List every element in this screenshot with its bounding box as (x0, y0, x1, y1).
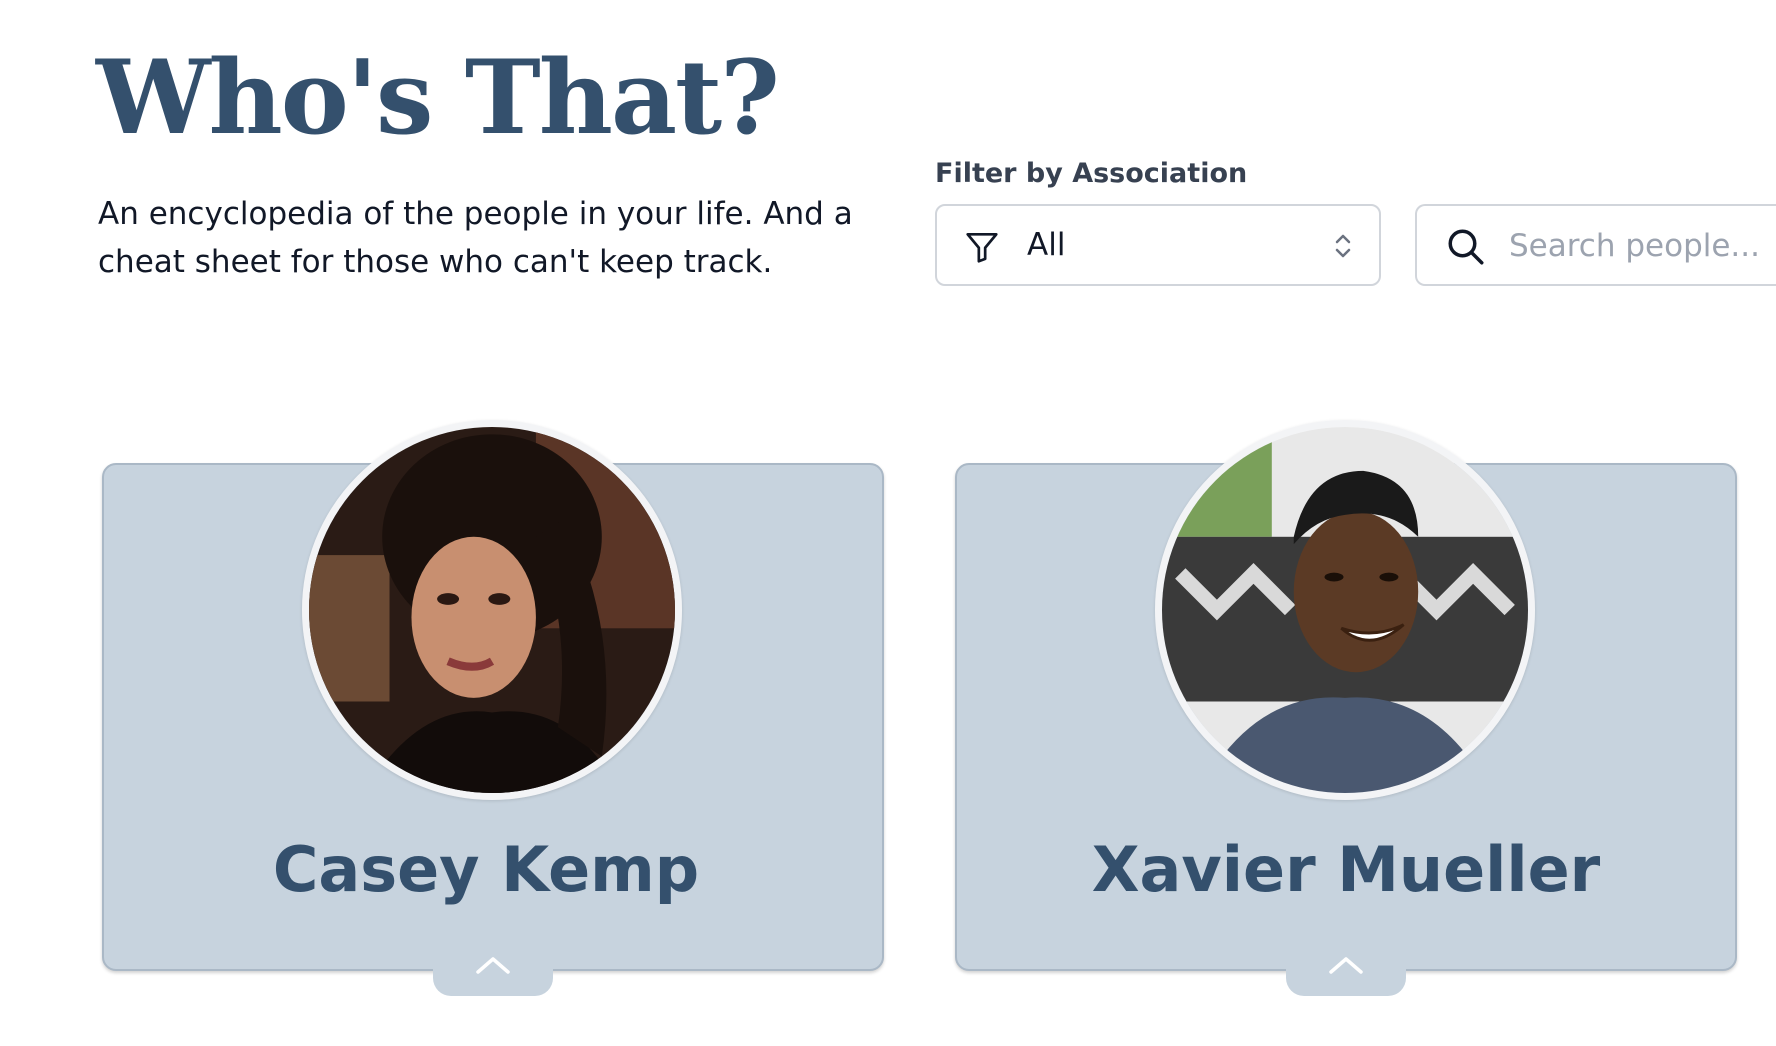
search-box (1415, 204, 1776, 286)
expand-card-button[interactable] (433, 957, 553, 996)
select-updown-icon (1331, 230, 1355, 262)
chevron-up-icon (1329, 957, 1363, 974)
page-title: Who's That? (96, 38, 780, 158)
association-filter-select[interactable]: All (935, 204, 1381, 286)
funnel-icon (963, 228, 1001, 266)
search-input[interactable] (1509, 220, 1776, 272)
page-tagline: An encyclopedia of the people in your li… (98, 196, 853, 280)
person-avatar (1155, 420, 1535, 800)
search-icon (1445, 226, 1487, 268)
person-avatar (302, 420, 682, 800)
filter-selected-value: All (1027, 227, 1066, 263)
filter-label: Filter by Association (935, 158, 1248, 189)
person-name: Casey Kemp (272, 833, 700, 906)
page: Who's That? An encyclopedia of the peopl… (0, 0, 1776, 1046)
expand-card-button[interactable] (1286, 957, 1406, 996)
chevron-up-icon (476, 957, 510, 974)
person-name: Xavier Mueller (1091, 833, 1601, 906)
